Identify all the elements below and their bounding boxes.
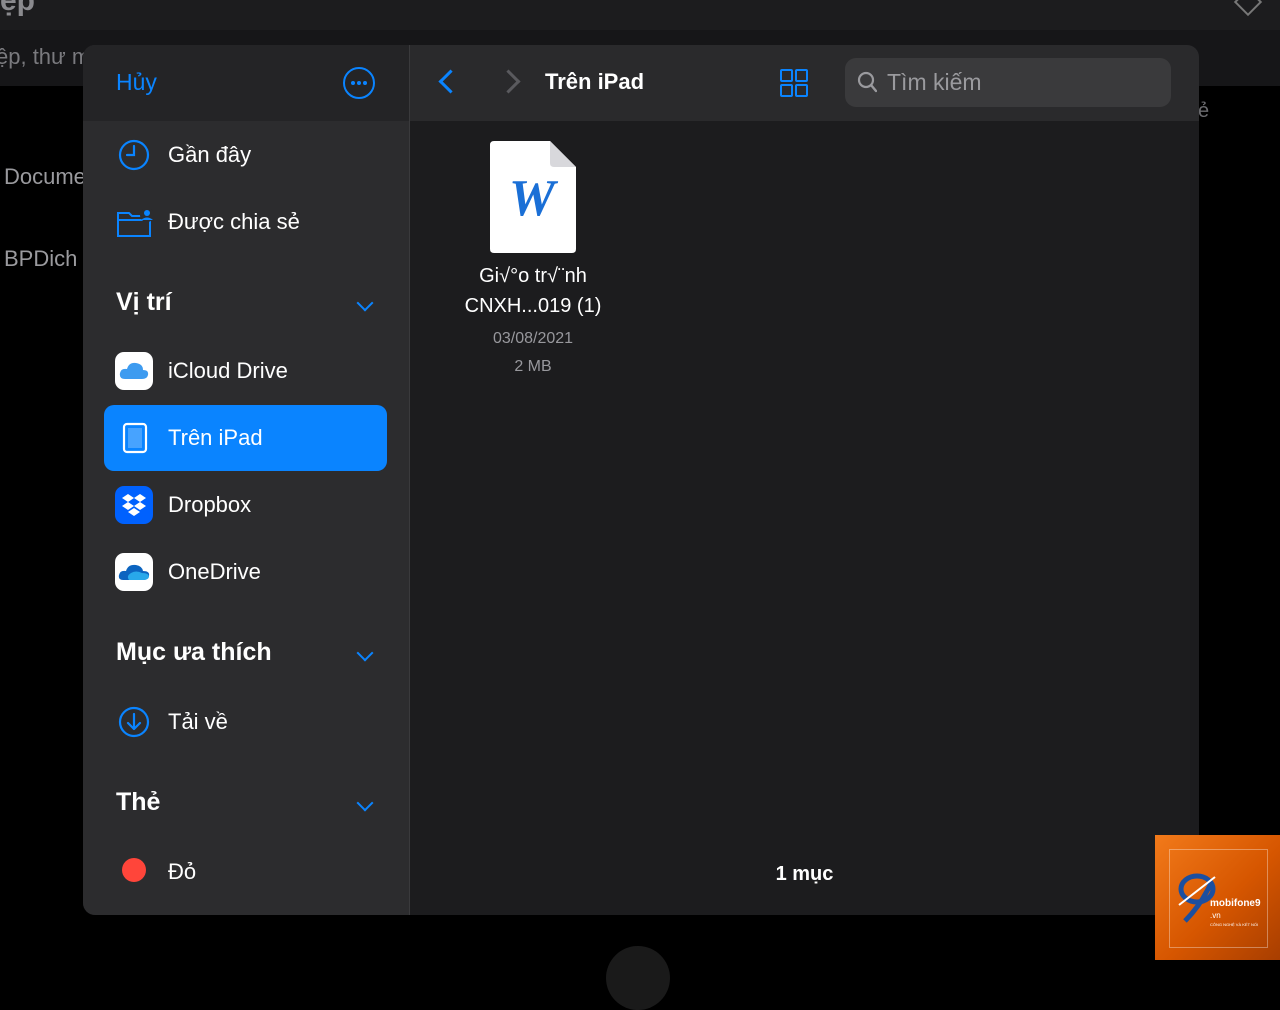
file-item[interactable]: W Gi√°o tr√¨nh CNXH...019 (1) 03/08/2021… [450, 141, 616, 381]
search-input[interactable]: Tìm kiếm [845, 58, 1171, 107]
icloud-icon [115, 352, 153, 390]
sidebar-item-label: Được chia sẻ [168, 209, 300, 234]
file-name-line1: Gi√°o tr√¨nh [479, 265, 587, 287]
word-document-icon: W [490, 141, 576, 253]
sidebar-item-downloads[interactable]: Tải về [104, 689, 387, 755]
ipad-icon [122, 422, 148, 454]
page-title: Trên iPad [545, 69, 645, 94]
clock-icon [118, 139, 150, 171]
watermark-domain: .vn [1210, 911, 1221, 920]
sidebar-item-label: OneDrive [168, 559, 261, 584]
search-placeholder: Tìm kiếm [887, 69, 982, 95]
file-picker-sheet: Hủy Gần đây Được chia sẻ Vị trí iCloud D… [83, 45, 1199, 915]
sidebar-item-icloud-drive[interactable]: iCloud Drive [104, 338, 387, 404]
dropbox-icon [115, 486, 153, 524]
watermark-brand: mobifone9 [1210, 898, 1261, 909]
sidebar-item-label: Trên iPad [168, 425, 263, 450]
chevron-down-icon[interactable] [356, 644, 374, 662]
section-title-locations[interactable]: Vị trí [116, 288, 172, 317]
sidebar-item-on-ipad[interactable]: Trên iPad [104, 405, 387, 471]
grid-view-icon[interactable] [780, 69, 808, 97]
mobifone-logo-icon [1178, 873, 1216, 923]
svg-text:W: W [509, 170, 559, 227]
file-name-line2: CNXH...019 (1) [464, 295, 602, 317]
search-icon [857, 71, 877, 93]
chevron-down-icon[interactable] [356, 794, 374, 812]
sidebar-item-label: iCloud Drive [168, 358, 288, 383]
chevron-down-icon[interactable] [356, 294, 374, 312]
background-title: ệp [0, 0, 36, 17]
sidebar-item-label: Đỏ [168, 859, 197, 884]
background-item-documents: Docume [4, 164, 86, 189]
sidebar-item-dropbox[interactable]: Dropbox [104, 472, 387, 538]
sidebar-item-recents[interactable]: Gần đây [104, 122, 387, 188]
main-content: Trên iPad Tìm kiếm W Gi√°o tr√¨nh CNXH..… [410, 45, 1199, 915]
sidebar-item-tag-red[interactable]: Đỏ [104, 839, 387, 905]
sidebar: Hủy Gần đây Được chia sẻ Vị trí iCloud D… [83, 45, 409, 915]
sidebar-item-label: Gần đây [168, 142, 252, 167]
download-icon [118, 706, 150, 738]
shared-folder-icon [117, 208, 153, 237]
red-tag-icon [122, 858, 146, 882]
cancel-button[interactable]: Hủy [116, 69, 157, 96]
section-title-tags[interactable]: Thẻ [116, 788, 160, 817]
sidebar-item-shared[interactable]: Được chia sẻ [104, 189, 387, 255]
background-header [0, 0, 1280, 30]
background-right-fragment: ẻ [1198, 100, 1210, 122]
file-date: 03/08/2021 [492, 330, 574, 347]
item-count: 1 mục [775, 863, 834, 885]
ellipsis-circle-icon[interactable] [343, 67, 375, 99]
onedrive-icon [115, 553, 153, 591]
section-title-favorites[interactable]: Mục ưa thích [116, 638, 272, 667]
background-item-bpdich: BPDich [4, 246, 78, 271]
background-search-text: ệp, thư m [0, 44, 91, 69]
file-name: Gi√°o tr√¨nh CNXH...019 (1) [450, 261, 616, 321]
watermark-logo: mobifone9 .vn CÔNG NGHỆ VÀ KẾT NỐI [1155, 835, 1280, 960]
file-size: 2 MB [514, 358, 552, 375]
sidebar-item-label: Tải về [168, 709, 228, 734]
sidebar-item-label: Dropbox [168, 492, 252, 517]
background-bottom-button [606, 946, 670, 1010]
sidebar-item-onedrive[interactable]: OneDrive [104, 539, 387, 605]
watermark-tagline: CÔNG NGHỆ VÀ KẾT NỐI [1210, 922, 1259, 927]
